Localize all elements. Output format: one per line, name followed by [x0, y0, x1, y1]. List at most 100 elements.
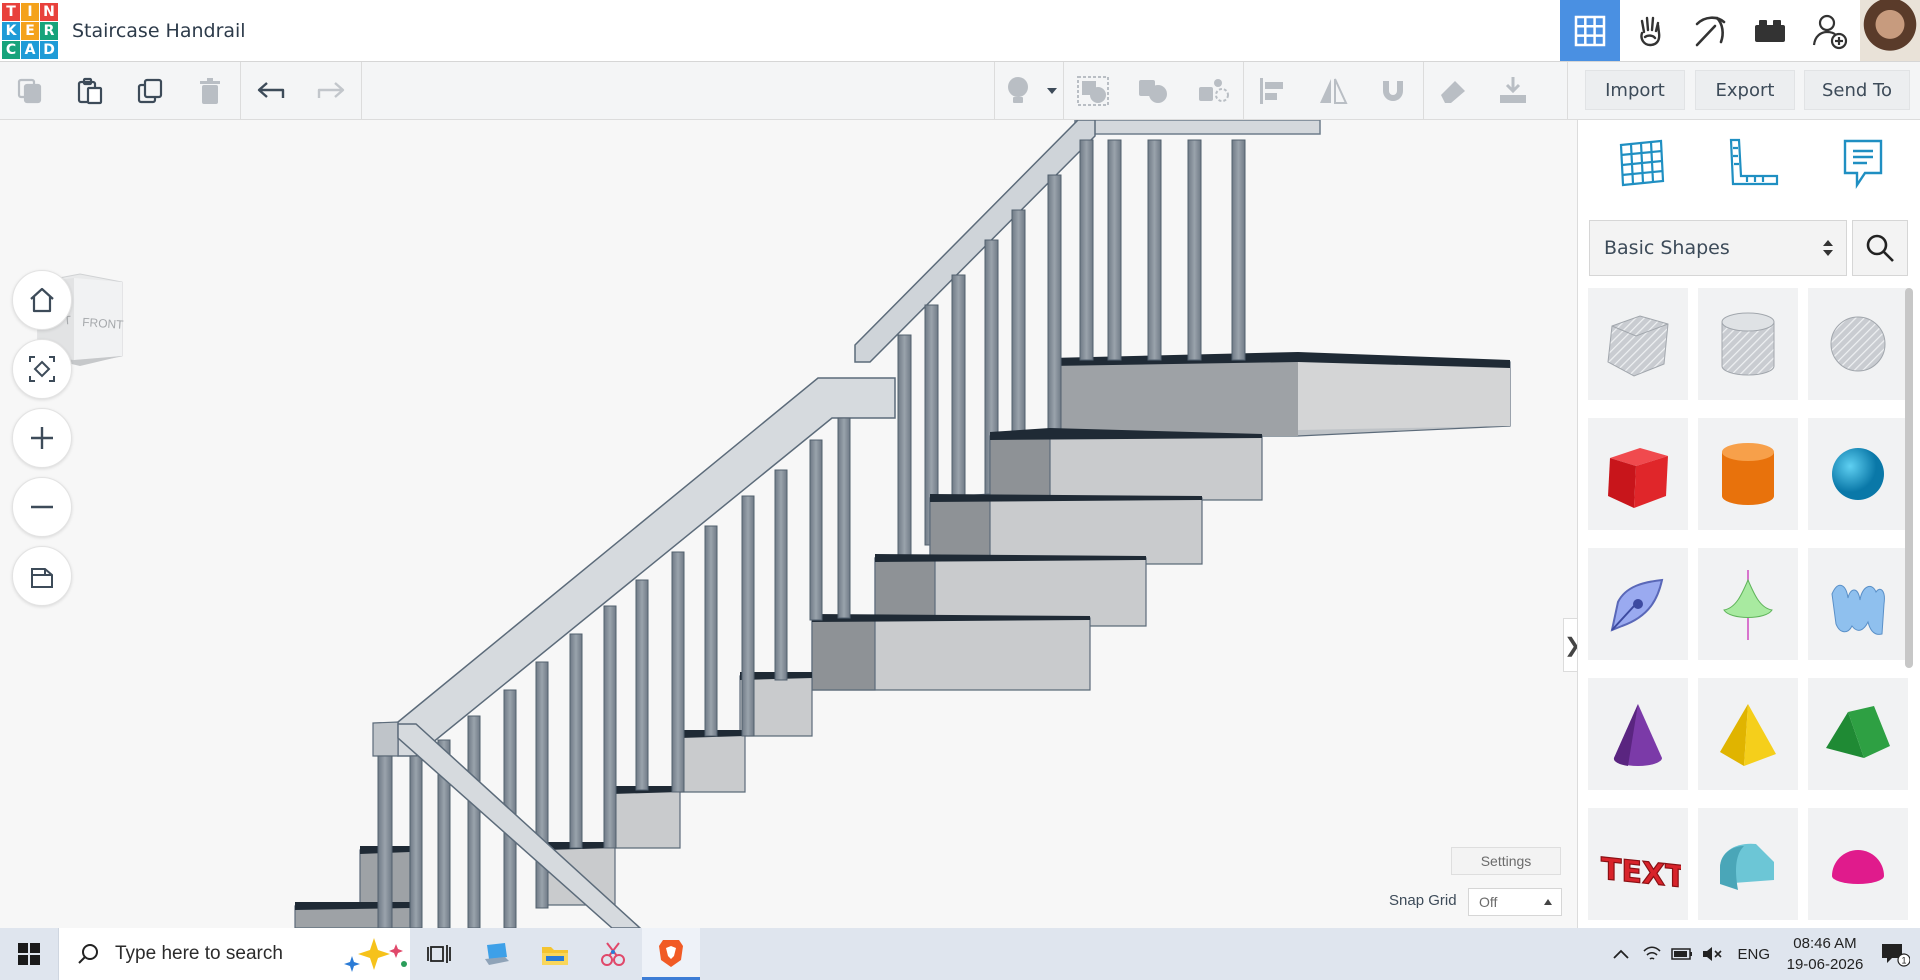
tinkercad-logo[interactable]: TIN KER CAD [2, 3, 58, 59]
half-sphere-icon [1832, 850, 1884, 884]
logo-letter: K [2, 22, 20, 40]
task-view-button[interactable] [410, 928, 468, 980]
home-icon [30, 287, 54, 313]
system-clock[interactable]: 08:46 AM 19-06-2026 [1780, 933, 1870, 975]
snap-grid-value: Off [1479, 894, 1498, 910]
notification-icon: 1 [1882, 944, 1910, 967]
shape-half-cylinder[interactable] [1698, 808, 1798, 920]
shapes-scrollbar[interactable] [1905, 288, 1913, 668]
sphere-hole-icon [1830, 316, 1886, 372]
cruise-button[interactable] [1183, 62, 1243, 120]
copy-icon [17, 78, 42, 104]
invite-user-button[interactable] [1800, 0, 1860, 61]
plus-icon [31, 427, 53, 449]
magnet-button[interactable] [1363, 62, 1423, 120]
scatter-icon [1199, 79, 1229, 102]
export-button[interactable]: Export [1695, 70, 1795, 110]
clipboard-tools [0, 62, 240, 120]
panel-collapse-handle[interactable]: ❯ [1563, 618, 1577, 672]
shape-paraboloid[interactable] [1698, 548, 1798, 660]
zoom-out-button[interactable] [12, 477, 72, 537]
search-icon [1866, 234, 1894, 262]
zoom-in-button[interactable] [12, 408, 72, 468]
blocks-button[interactable] [1620, 0, 1680, 61]
ungroup-button[interactable] [1123, 62, 1183, 120]
shape-cylinder[interactable] [1698, 418, 1798, 530]
shape-sphere-hole[interactable] [1808, 288, 1908, 400]
fit-view-button[interactable] [12, 339, 72, 399]
shape-text[interactable]: TEXT [1588, 808, 1688, 920]
tray-expand-button[interactable] [1605, 928, 1637, 980]
snipping-tool-app[interactable] [584, 928, 642, 980]
edit-toolbar: Import Export Send To [0, 62, 1920, 120]
scissors-icon [601, 942, 625, 966]
design-title[interactable]: Staircase Handrail [72, 20, 246, 42]
perspective-button[interactable] [12, 546, 72, 606]
copy-button[interactable] [0, 62, 60, 120]
light-dropdown[interactable] [1041, 62, 1063, 120]
shape-sphere[interactable] [1808, 418, 1908, 530]
paste-icon [77, 77, 103, 105]
folder-icon [542, 947, 568, 965]
redo-button[interactable] [301, 62, 361, 120]
shape-cone[interactable] [1588, 678, 1688, 790]
brave-browser-app[interactable] [642, 928, 700, 980]
home-view-button[interactable] [12, 270, 72, 330]
import-cursor-button[interactable] [1483, 62, 1543, 120]
mirror-icon [1320, 78, 1348, 104]
undo-button[interactable] [241, 62, 301, 120]
shape-half-sphere[interactable] [1808, 808, 1908, 920]
eraser-icon [1441, 81, 1465, 103]
paraboloid-icon [1723, 570, 1773, 640]
paste-button[interactable] [60, 62, 120, 120]
3d-design-button[interactable] [1560, 0, 1620, 61]
pickaxe-icon [1695, 15, 1726, 46]
shape-generators[interactable] [1808, 548, 1908, 660]
file-manager-app[interactable] [468, 928, 526, 980]
lego-button[interactable] [1740, 0, 1800, 61]
ungroup-icon [1139, 80, 1167, 103]
shape-box[interactable] [1588, 418, 1688, 530]
ruler-tab[interactable] [1717, 128, 1787, 198]
cylinder-hole-icon [1721, 312, 1775, 376]
duplicate-button[interactable] [120, 62, 180, 120]
align-icon [1260, 78, 1283, 104]
snap-grid-select[interactable]: Off [1468, 888, 1562, 916]
import-button[interactable]: Import [1585, 70, 1685, 110]
group-button[interactable] [1063, 62, 1123, 120]
computer-icon [485, 943, 509, 965]
settings-button[interactable]: Settings [1451, 847, 1561, 875]
mirror-button[interactable] [1303, 62, 1363, 120]
notifications-button[interactable]: 1 [1870, 928, 1920, 980]
taskbar-search[interactable]: Type here to search [58, 928, 410, 980]
user-avatar[interactable] [1860, 0, 1920, 61]
minecraft-button[interactable] [1680, 0, 1740, 61]
shape-pyramid[interactable] [1698, 678, 1798, 790]
shape-box-hole[interactable] [1588, 288, 1688, 400]
app-header: TIN KER CAD Staircase Handrail [0, 0, 1920, 62]
shape-roof[interactable] [1808, 678, 1908, 790]
staircase-model[interactable] [0, 120, 1577, 928]
wifi-icon [1643, 946, 1662, 960]
shape-search-button[interactable] [1852, 220, 1908, 276]
battery-button[interactable] [1667, 928, 1697, 980]
shape-library-select[interactable]: Basic Shapes [1589, 220, 1847, 276]
start-button[interactable] [0, 928, 58, 980]
shape-cylinder-hole[interactable] [1698, 288, 1798, 400]
send-to-button[interactable]: Send To [1804, 70, 1910, 110]
shape-scribble[interactable] [1588, 548, 1688, 660]
volume-button[interactable] [1697, 928, 1727, 980]
snap-grid-label: Snap Grid [1389, 892, 1457, 909]
workplane-tab[interactable] [1606, 128, 1676, 198]
align-button[interactable] [1243, 62, 1303, 120]
file-explorer-app[interactable] [526, 928, 584, 980]
notes-tab[interactable] [1828, 128, 1898, 198]
panel-tabs [1578, 128, 1920, 198]
language-indicator[interactable]: ENG [1727, 946, 1780, 963]
network-button[interactable] [1637, 928, 1667, 980]
hide-button[interactable] [1423, 62, 1483, 120]
workplane[interactable]: LEFT FRONT ❯ Settings Snap Grid Off [0, 120, 1577, 928]
logo-letter: R [40, 22, 58, 40]
light-bulb-button[interactable] [995, 62, 1041, 120]
delete-button[interactable] [180, 62, 240, 120]
